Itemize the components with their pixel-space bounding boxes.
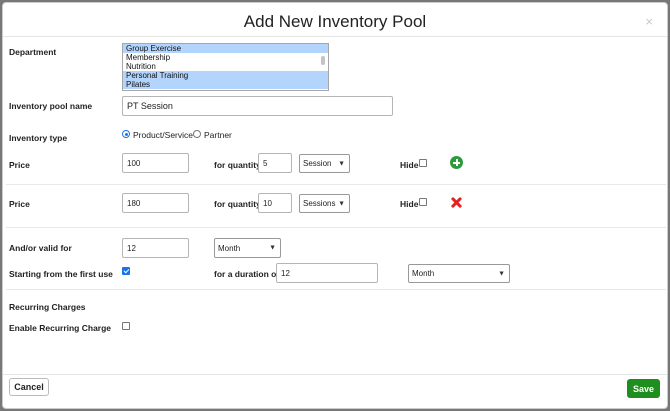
enable-recurring-checkbox[interactable]	[122, 322, 130, 330]
for-quantity-label: for quantity	[214, 160, 261, 170]
valid-for-unit-select[interactable]: Month ▼	[214, 238, 281, 258]
first-use-checkbox[interactable]	[122, 267, 130, 275]
partner-label: Partner	[204, 130, 232, 140]
enable-recurring-label: Enable Recurring Charge	[9, 323, 112, 333]
modal-footer	[3, 374, 667, 408]
save-button[interactable]: Save	[627, 379, 660, 398]
department-label: Department	[9, 47, 57, 57]
divider	[6, 184, 666, 185]
for-quantity-label: for quantity	[214, 199, 261, 209]
close-icon[interactable]: ×	[645, 14, 653, 29]
department-option[interactable]: Nutrition	[123, 62, 328, 71]
department-option[interactable]: Personal Training	[123, 71, 328, 80]
quantity-input[interactable]: 5	[258, 153, 292, 173]
divider	[6, 227, 666, 228]
unit-select[interactable]: Session ▼	[299, 154, 350, 173]
hide-checkbox[interactable]	[419, 198, 427, 206]
partner-radio[interactable]	[193, 130, 201, 138]
duration-unit-value: Month	[412, 269, 435, 278]
first-use-label: Starting from the first use	[9, 269, 113, 279]
valid-for-input[interactable]: 12	[122, 238, 189, 258]
chevron-down-icon: ▼	[338, 200, 345, 207]
unit-select-value: Sessions	[303, 199, 336, 208]
remove-x-icon[interactable]	[450, 196, 463, 209]
add-inventory-pool-dialog: Add New Inventory Pool × Department Grou…	[2, 2, 668, 409]
add-circle-icon[interactable]	[450, 156, 463, 169]
price-input[interactable]: 100	[122, 153, 189, 173]
department-option[interactable]: Group Exercise	[123, 44, 328, 53]
pool-name-label: Inventory pool name	[9, 101, 93, 111]
product-service-label: Product/Service	[133, 130, 193, 140]
hide-label: Hide	[400, 160, 419, 170]
listbox-scroll-thumb[interactable]	[321, 56, 325, 65]
department-option[interactable]: Membership	[123, 53, 328, 62]
chevron-down-icon: ▼	[269, 244, 276, 252]
valid-for-label: And/or valid for	[9, 243, 72, 253]
pool-name-input[interactable]: PT Session	[122, 96, 393, 116]
duration-unit-select[interactable]: Month ▼	[408, 264, 510, 283]
divider	[6, 289, 666, 290]
duration-label: for a duration of	[214, 269, 280, 279]
chevron-down-icon: ▼	[338, 160, 345, 167]
price-label: Price	[9, 160, 30, 170]
recurring-charges-heading: Recurring Charges	[9, 302, 86, 312]
modal-title: Add New Inventory Pool	[243, 12, 427, 31]
listbox-scrollbar[interactable]	[320, 45, 326, 90]
department-listbox[interactable]: Group Exercise Membership Nutrition Pers…	[122, 43, 329, 91]
chevron-down-icon: ▼	[498, 270, 505, 277]
unit-select[interactable]: Sessions ▼	[299, 194, 350, 213]
hide-checkbox[interactable]	[419, 159, 427, 167]
product-service-radio[interactable]	[122, 130, 130, 138]
duration-input[interactable]: 12	[276, 263, 378, 283]
price-label: Price	[9, 199, 30, 209]
valid-for-unit-value: Month	[218, 243, 241, 253]
cancel-button[interactable]: Cancel	[9, 378, 49, 396]
quantity-input[interactable]: 10	[258, 193, 292, 213]
unit-select-value: Session	[303, 159, 332, 168]
modal-header: Add New Inventory Pool ×	[3, 3, 667, 37]
hide-label: Hide	[400, 199, 419, 209]
price-input[interactable]: 180	[122, 193, 189, 213]
inventory-type-label: Inventory type	[9, 133, 68, 143]
department-option[interactable]: Pilates	[123, 80, 328, 89]
